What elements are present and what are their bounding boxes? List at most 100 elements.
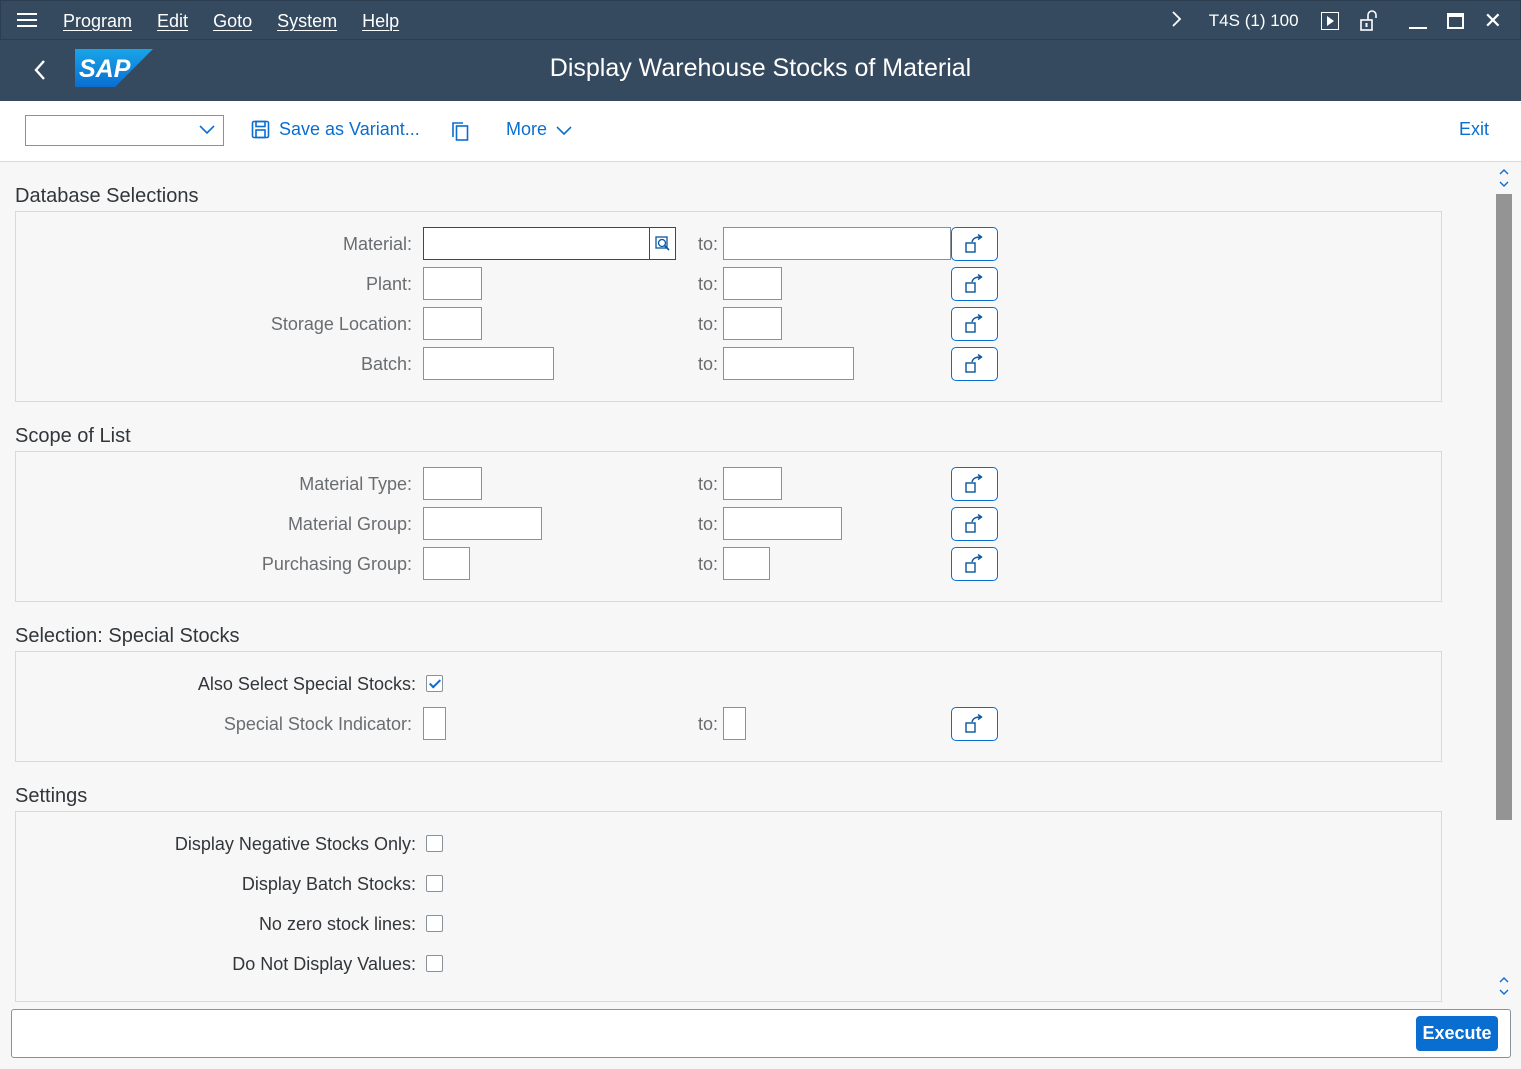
- to-label: to:: [698, 714, 719, 734]
- section-title-special-stocks: Selection: Special Stocks: [15, 625, 240, 647]
- material-group-to-input[interactable]: [723, 507, 842, 540]
- save-icon: [251, 120, 270, 139]
- special-stock-indicator-to-input[interactable]: [723, 707, 746, 740]
- plant-label: Plant:: [365, 274, 412, 294]
- to-label: to:: [698, 274, 719, 294]
- vertical-scrollbar[interactable]: [1496, 162, 1512, 1002]
- row-negative-stocks: Display Negative Stocks Only:: [16, 827, 1441, 861]
- copy-icon: [452, 122, 469, 141]
- group-special-stocks: Also Select Special Stocks: Special Stoc…: [15, 651, 1442, 762]
- chevron-right-icon[interactable]: [1171, 10, 1183, 33]
- batch-stocks-label: Display Batch Stocks:: [241, 874, 416, 894]
- system-info[interactable]: T4S (1) 100: [1209, 11, 1299, 31]
- to-label: to:: [698, 554, 719, 574]
- material-type-from-input[interactable]: [423, 467, 482, 500]
- row-storage-location: Storage Location: to:: [16, 307, 1441, 341]
- multiple-selection-button[interactable]: [951, 347, 998, 381]
- exit-button[interactable]: Exit: [1459, 119, 1489, 140]
- value-help-icon[interactable]: [650, 227, 676, 260]
- chevron-down-icon: [198, 120, 216, 138]
- multiple-selection-button[interactable]: [951, 307, 998, 341]
- close-icon[interactable]: ✕: [1484, 10, 1502, 32]
- hamburger-menu-icon[interactable]: [17, 13, 37, 29]
- section-title-database: Database Selections: [15, 185, 199, 207]
- no-values-checkbox[interactable]: [426, 955, 443, 972]
- row-no-zero-lines: No zero stock lines:: [16, 907, 1441, 941]
- variant-select[interactable]: [25, 115, 224, 146]
- more-label: More: [506, 119, 548, 139]
- batch-to-input[interactable]: [723, 347, 854, 380]
- scroll-up-icon[interactable]: [1498, 166, 1510, 190]
- row-plant: Plant: to:: [16, 267, 1441, 301]
- shell-header: SAP Display Warehouse Stocks of Material: [0, 40, 1521, 101]
- to-label: to:: [698, 314, 719, 334]
- copy-button[interactable]: [451, 122, 471, 142]
- scroll-thumb[interactable]: [1496, 194, 1512, 820]
- menu-right-controls: T4S (1) 100 ✕: [1171, 1, 1520, 41]
- material-group-label: Material Group:: [287, 514, 412, 534]
- material-from-input[interactable]: [423, 227, 650, 260]
- menu-help[interactable]: Help: [362, 11, 399, 32]
- multiple-selection-icon: [964, 474, 983, 493]
- multiple-selection-icon: [964, 314, 983, 333]
- multiple-selection-icon: [964, 514, 983, 533]
- save-as-variant-label: Save as Variant...: [279, 119, 420, 139]
- multiple-selection-button[interactable]: [951, 707, 998, 741]
- special-stock-indicator-label: Special Stock Indicator:: [223, 714, 412, 734]
- purchasing-group-label: Purchasing Group:: [261, 554, 412, 574]
- status-bar: [11, 1009, 1511, 1058]
- material-to-input[interactable]: [723, 227, 951, 260]
- menu-edit[interactable]: Edit: [157, 11, 188, 32]
- footer: Execute: [0, 1002, 1521, 1069]
- chevron-down-icon: [556, 125, 572, 135]
- row-special-indicator: Special Stock Indicator: to:: [16, 707, 1441, 741]
- negative-stocks-label: Display Negative Stocks Only:: [174, 834, 416, 854]
- row-batch: Batch: to:: [16, 347, 1441, 381]
- storage-location-from-input[interactable]: [423, 307, 482, 340]
- to-label: to:: [698, 354, 719, 374]
- group-scope: Material Type: to: Material Group: to: P…: [15, 451, 1442, 602]
- save-as-variant-button[interactable]: Save as Variant...: [251, 119, 420, 140]
- purchasing-group-from-input[interactable]: [423, 547, 470, 580]
- selection-screen: Database Selections Material: to: Plant:…: [0, 162, 1496, 1002]
- play-icon[interactable]: [1320, 12, 1339, 30]
- material-type-to-input[interactable]: [723, 467, 782, 500]
- minimize-icon[interactable]: [1408, 27, 1427, 29]
- multiple-selection-icon: [964, 354, 983, 373]
- negative-stocks-checkbox[interactable]: [426, 835, 443, 852]
- storage-location-to-input[interactable]: [723, 307, 782, 340]
- scroll-down-icon[interactable]: [1498, 974, 1510, 998]
- page-title: Display Warehouse Stocks of Material: [549, 54, 972, 82]
- special-stock-indicator-from-input[interactable]: [423, 707, 446, 740]
- plant-from-input[interactable]: [423, 267, 482, 300]
- multiple-selection-icon: [964, 554, 983, 573]
- multiple-selection-button[interactable]: [951, 267, 998, 301]
- row-purchasing-group: Purchasing Group: to:: [16, 547, 1441, 581]
- multiple-selection-button[interactable]: [951, 547, 998, 581]
- group-settings: Display Negative Stocks Only: Display Ba…: [15, 811, 1442, 1002]
- no-zero-lines-checkbox[interactable]: [426, 915, 443, 932]
- multiple-selection-button[interactable]: [951, 227, 998, 261]
- menu-bar: Program Edit Goto System Help T4S (1) 10…: [0, 0, 1521, 40]
- unlock-icon[interactable]: [1359, 10, 1381, 32]
- multiple-selection-button[interactable]: [951, 467, 998, 501]
- menu-goto[interactable]: Goto: [213, 11, 252, 32]
- row-no-values: Do Not Display Values:: [16, 947, 1441, 981]
- to-label: to:: [698, 474, 719, 494]
- menu-program[interactable]: Program: [63, 11, 132, 32]
- more-button[interactable]: More: [506, 119, 572, 140]
- multiple-selection-icon: [964, 234, 983, 253]
- plant-to-input[interactable]: [723, 267, 782, 300]
- execute-button[interactable]: Execute: [1416, 1016, 1498, 1051]
- maximize-icon[interactable]: [1446, 13, 1464, 29]
- section-title-scope: Scope of List: [15, 425, 131, 447]
- purchasing-group-to-input[interactable]: [723, 547, 770, 580]
- menu-system[interactable]: System: [277, 11, 337, 32]
- multiple-selection-button[interactable]: [951, 507, 998, 541]
- batch-from-input[interactable]: [423, 347, 554, 380]
- material-label: Material:: [342, 234, 412, 254]
- batch-label: Batch:: [360, 354, 412, 374]
- also-select-special-stocks-checkbox[interactable]: [426, 675, 443, 692]
- batch-stocks-checkbox[interactable]: [426, 875, 443, 892]
- material-group-from-input[interactable]: [423, 507, 542, 540]
